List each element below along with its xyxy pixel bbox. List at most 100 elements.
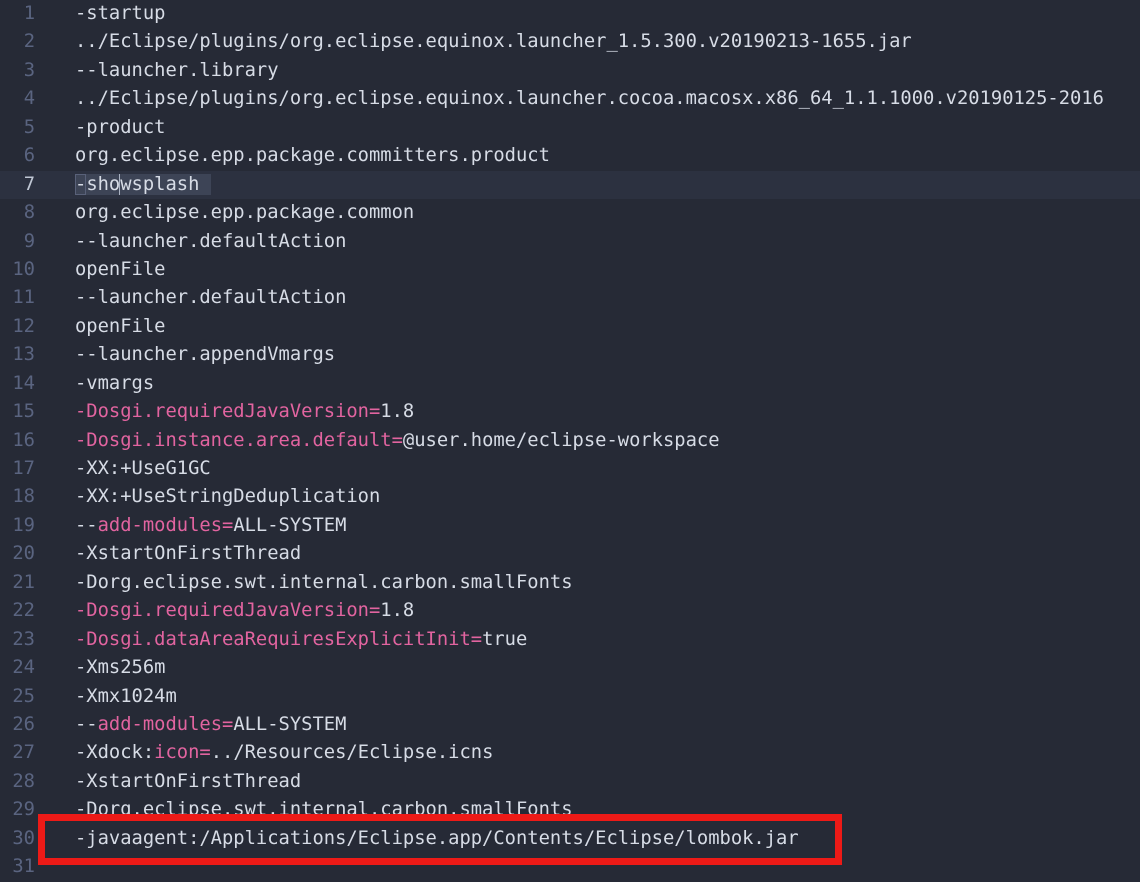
line-content: org.eclipse.epp.package.common — [75, 199, 414, 227]
line-number: 8 — [0, 199, 35, 227]
line-content: -XX:+UseStringDeduplication — [75, 483, 380, 511]
code-text: -XstartOnFirstThread — [75, 771, 301, 792]
code-line[interactable]: 19 --add-modules=ALL-SYSTEM — [0, 512, 1140, 540]
code-text: --launcher.appendVmargs — [75, 344, 335, 365]
code-text: -- — [75, 515, 98, 536]
code-line[interactable]: 4../Eclipse/plugins/org.eclipse.equinox.… — [0, 85, 1140, 113]
line-number: 14 — [0, 370, 35, 398]
syntax-key-token: -Dosgi.instance.area.default= — [75, 430, 403, 451]
line-number: 18 — [0, 483, 35, 511]
code-line[interactable]: 3 --launcher.library — [0, 57, 1140, 85]
code-text: -javaagent:/Applications/Eclipse.app/Con… — [75, 828, 799, 849]
code-line[interactable]: 14 -vmargs — [0, 370, 1140, 398]
line-content: --add-modules=ALL-SYSTEM — [75, 711, 346, 739]
code-line[interactable]: 1-startup — [0, 0, 1140, 28]
line-content: -Dosgi.requiredJavaVersion=1.8 — [75, 597, 414, 625]
syntax-key-token: -Dosgi.dataAreaRequiresExplicitInit= — [75, 629, 482, 650]
line-number: 16 — [0, 427, 35, 455]
code-text: @user.home/eclipse-workspace — [403, 430, 720, 451]
code-text: 1.8 — [380, 600, 414, 621]
line-content: -Xdock:icon=../Resources/Eclipse.icns — [75, 739, 493, 767]
code-text: org.eclipse.epp.package.committers.produ… — [75, 145, 550, 166]
line-number: 1 — [0, 0, 35, 28]
line-number: 10 — [0, 256, 35, 284]
code-line[interactable]: 15 -Dosgi.requiredJavaVersion=1.8 — [0, 398, 1140, 426]
code-text: ../Eclipse/plugins/org.eclipse.equinox.l… — [75, 31, 912, 52]
code-line[interactable]: 12openFile — [0, 313, 1140, 341]
code-line[interactable]: 11--launcher.defaultAction — [0, 284, 1140, 312]
line-number: 21 — [0, 569, 35, 597]
line-number: 17 — [0, 455, 35, 483]
line-number: 19 — [0, 512, 35, 540]
code-line[interactable]: 18 -XX:+UseStringDeduplication — [0, 483, 1140, 511]
code-line[interactable]: 22-Dosgi.requiredJavaVersion=1.8 — [0, 597, 1140, 625]
code-text: --launcher.defaultAction — [75, 287, 346, 308]
code-text: sho — [86, 174, 120, 195]
code-text — [199, 174, 210, 195]
line-content: --launcher.library — [75, 57, 279, 85]
code-line[interactable]: 20-XstartOnFirstThread — [0, 540, 1140, 568]
line-content: --launcher.appendVmargs — [75, 341, 335, 369]
code-text: -XX:+UseG1GC — [75, 458, 211, 479]
syntax-key-token: -Dosgi.requiredJavaVersion= — [75, 600, 380, 621]
line-number: 5 — [0, 114, 35, 142]
line-content: -Xms256m — [75, 654, 165, 682]
line-number: 31 — [0, 853, 35, 881]
code-line[interactable]: 25 -Xmx1024m — [0, 683, 1140, 711]
syntax-key-token: icon= — [154, 742, 211, 763]
line-content: -Dorg.eclipse.swt.internal.carbon.smallF… — [75, 796, 573, 824]
code-text: -XX:+UseStringDeduplication — [75, 486, 380, 507]
code-line[interactable]: 9--launcher.defaultAction — [0, 228, 1140, 256]
code-line[interactable]: 30 -javaagent:/Applications/Eclipse.app/C… — [0, 825, 1140, 853]
code-line[interactable]: 16 -Dosgi.instance.area.default=@user.hom… — [0, 427, 1140, 455]
line-number: 27 — [0, 739, 35, 767]
code-text: org.eclipse.epp.package.common — [75, 202, 414, 223]
line-content: -Dosgi.requiredJavaVersion=1.8 — [75, 398, 414, 426]
code-line[interactable]: 6org.eclipse.epp.package.committers.prod… — [0, 142, 1140, 170]
code-text: ALL-SYSTEM — [233, 515, 346, 536]
code-editor[interactable]: 1-startup2 ../Eclipse/plugins/org.eclipse… — [0, 0, 1140, 882]
line-content: -vmargs — [75, 370, 154, 398]
line-number: 4 — [0, 85, 35, 113]
code-line[interactable]: 17 -XX:+UseG1GC — [0, 455, 1140, 483]
syntax-key-token: add-modules= — [98, 714, 234, 735]
line-content: -Dosgi.instance.area.default=@user.home/… — [75, 427, 720, 455]
code-line[interactable]: 28-XstartOnFirstThread — [0, 768, 1140, 796]
code-line[interactable]: 8 org.eclipse.epp.package.common — [0, 199, 1140, 227]
line-number: 3 — [0, 57, 35, 85]
line-number: 12 — [0, 313, 35, 341]
line-content: --launcher.defaultAction — [75, 284, 346, 312]
code-text: -XstartOnFirstThread — [75, 543, 301, 564]
code-line[interactable]: 10 openFile — [0, 256, 1140, 284]
syntax-key-token: add-modules= — [98, 515, 234, 536]
line-content: org.eclipse.epp.package.committers.produ… — [75, 142, 550, 170]
line-content: -showsplash — [75, 171, 211, 199]
code-line[interactable]: 21-Dorg.eclipse.swt.internal.carbon.smal… — [0, 569, 1140, 597]
line-number: 2 — [0, 28, 35, 56]
line-content: -Xmx1024m — [75, 683, 177, 711]
line-number: 9 — [0, 228, 35, 256]
code-line[interactable]: 27 -Xdock:icon=../Resources/Eclipse.icns — [0, 739, 1140, 767]
code-line[interactable]: 2 ../Eclipse/plugins/org.eclipse.equinox.… — [0, 28, 1140, 56]
code-text: openFile — [75, 259, 165, 280]
code-line[interactable]: 23-Dosgi.dataAreaRequiresExplicitInit=tr… — [0, 626, 1140, 654]
line-content: -Dosgi.dataAreaRequiresExplicitInit=true — [75, 626, 527, 654]
code-line[interactable]: 13--launcher.appendVmargs — [0, 341, 1140, 369]
code-text: 1.8 — [380, 401, 414, 422]
code-line[interactable]: 5 -product — [0, 114, 1140, 142]
line-number: 25 — [0, 683, 35, 711]
syntax-key-token: -Dosgi.requiredJavaVersion= — [75, 401, 380, 422]
line-number: 15 — [0, 398, 35, 426]
line-number: 26 — [0, 711, 35, 739]
line-number: 30 — [0, 825, 35, 853]
line-number: 29 — [0, 796, 35, 824]
code-text: ../Resources/Eclipse.icns — [211, 742, 494, 763]
line-content: ../Eclipse/plugins/org.eclipse.equinox.l… — [75, 28, 912, 56]
code-line[interactable]: 24-Xms256m — [0, 654, 1140, 682]
code-line[interactable]: 31 — [0, 853, 1140, 881]
code-text: -product — [75, 117, 165, 138]
code-line[interactable]: 7-showsplash — [0, 171, 1140, 199]
code-line[interactable]: 26 --add-modules=ALL-SYSTEM — [0, 711, 1140, 739]
code-line[interactable]: 29 -Dorg.eclipse.swt.internal.carbon.smal… — [0, 796, 1140, 824]
line-content: -XX:+UseG1GC — [75, 455, 211, 483]
